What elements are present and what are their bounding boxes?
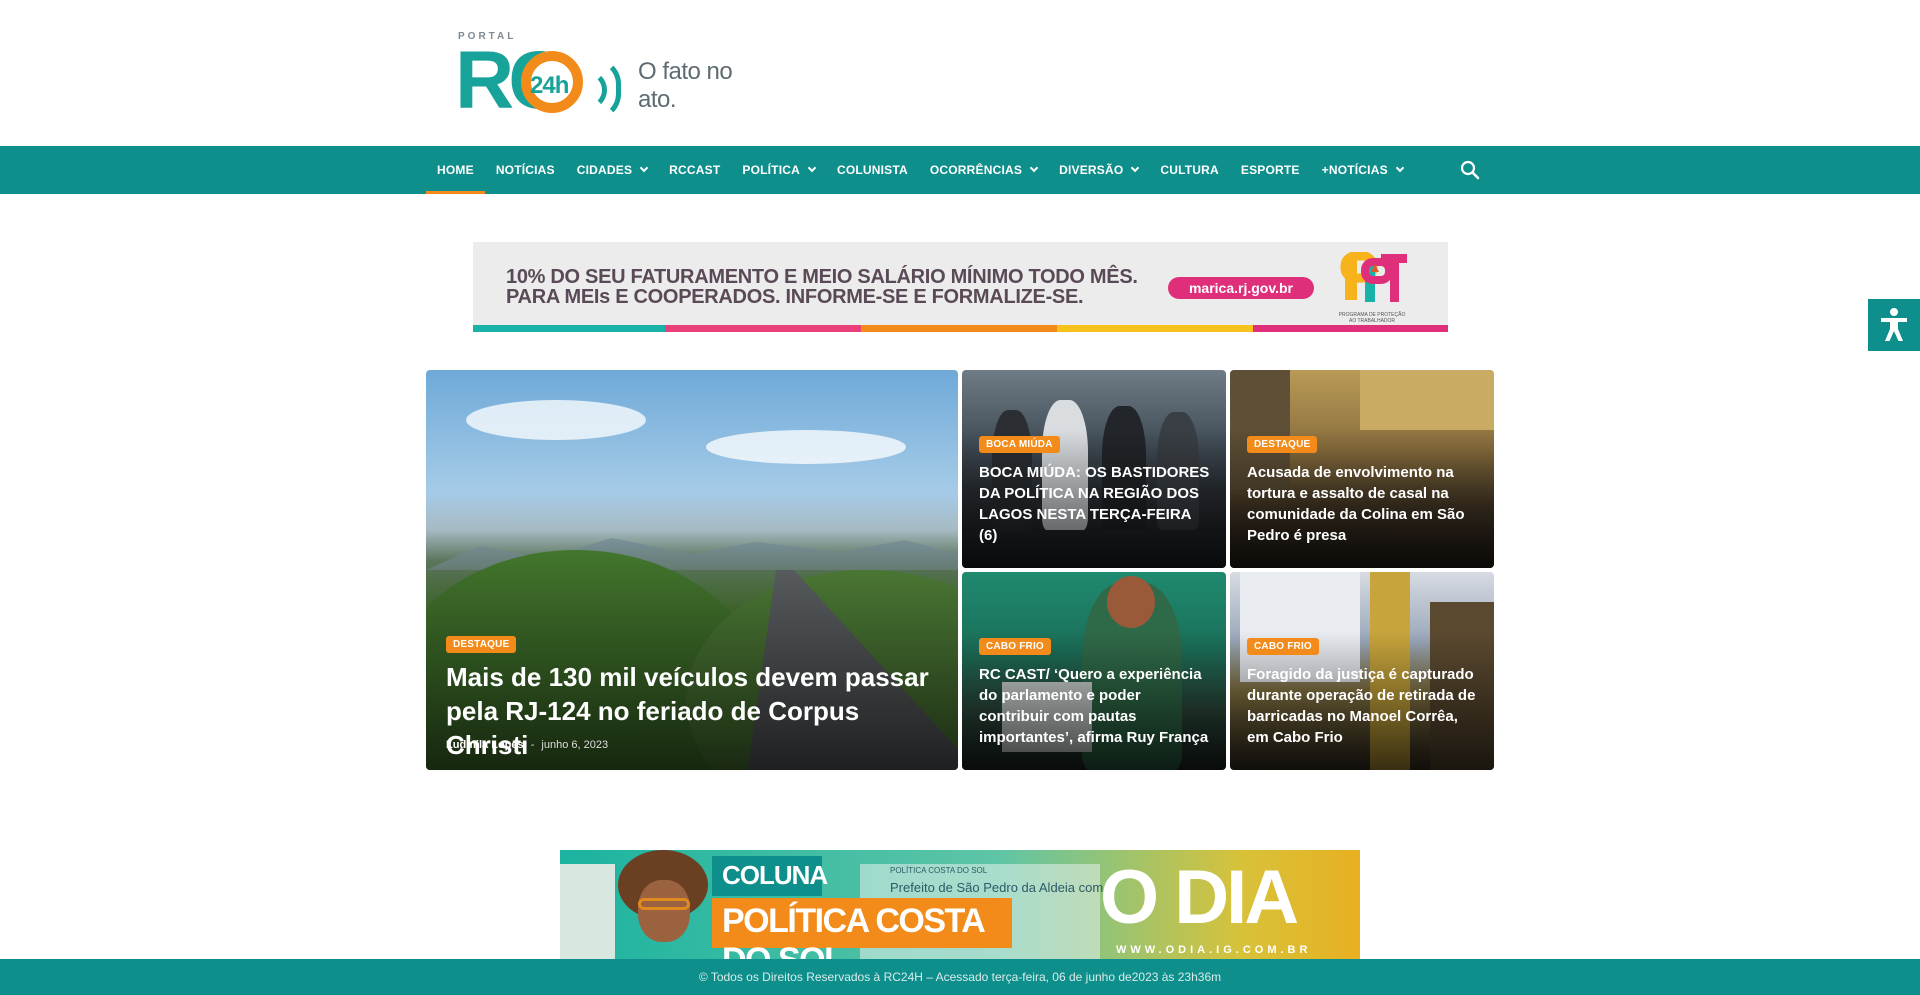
article-card[interactable]: DESTAQUE Acusada de envolvimento na tort… — [1230, 370, 1494, 568]
nav-item-label: RCCAST — [669, 163, 721, 177]
accessibility-button[interactable] — [1868, 299, 1920, 351]
main-nav: HOME NOTÍCIAS CIDADES RCCAST POLÍTICA CO… — [0, 146, 1920, 194]
nav-item-label: CIDADES — [576, 163, 633, 177]
nav-item-label: NOTÍCIAS — [495, 163, 555, 177]
nav-item-diversao[interactable]: DIVERSÃO — [1048, 146, 1149, 194]
site-logo[interactable]: PORTAL RC 24h O fato no ato. — [455, 28, 755, 126]
category-badge[interactable]: CABO FRIO — [979, 638, 1051, 655]
nav-item-esporte[interactable]: ESPORTE — [1230, 146, 1311, 194]
ad-column-title: POLÍTICA COSTA DO SOL — [712, 898, 1012, 960]
featured-article[interactable]: DESTAQUE Mais de 130 mil veículos devem … — [426, 370, 958, 770]
ad-stripe-2 — [665, 325, 861, 332]
article-title[interactable]: Acusada de envolvimento na tortura e ass… — [1247, 462, 1481, 546]
nav-item-noticias[interactable]: NOTÍCIAS — [485, 146, 566, 194]
nav-item-colunista[interactable]: COLUNISTA — [826, 146, 919, 194]
ppt-logo-mark — [1340, 251, 1407, 302]
nav-item-politica[interactable]: POLÍTICA — [731, 146, 826, 194]
category-badge[interactable]: CABO FRIO — [1247, 638, 1319, 655]
columnist-photo — [618, 850, 708, 960]
article-author[interactable]: Ludmila Lopes — [446, 739, 524, 751]
newspaper-shape — [560, 864, 615, 960]
nav-item-rccast[interactable]: RCCAST — [658, 146, 731, 194]
odia-url: WWW.ODIA.IG.COM.BR — [1116, 944, 1312, 956]
nav-item-cidades[interactable]: CIDADES — [566, 146, 658, 194]
nav-item-cultura[interactable]: CULTURA — [1149, 146, 1230, 194]
nav-item-home[interactable]: HOME — [426, 146, 485, 194]
ad-stripe-1 — [473, 325, 665, 332]
cloud-shape — [466, 400, 646, 440]
nav-item-label: CULTURA — [1160, 163, 1219, 177]
chevron-down-icon — [807, 163, 817, 173]
chevron-down-icon — [1131, 163, 1140, 173]
sign-shape — [1360, 370, 1494, 430]
nav-item-label: DIVERSÃO — [1059, 163, 1124, 177]
ad-coluna-label: COLUNA — [712, 856, 828, 896]
nav-item-label: POLÍTICA — [742, 163, 800, 177]
category-badge[interactable]: BOCA MIÚDA — [979, 436, 1060, 453]
category-badge[interactable]: DESTAQUE — [446, 636, 517, 653]
newspaper-section: POLÍTICA COSTA DO SOL — [890, 866, 988, 875]
person-head — [1107, 576, 1155, 628]
search-button[interactable] — [1458, 158, 1482, 182]
nav-item-mais-noticias[interactable]: +NOTÍCIAS — [1311, 146, 1414, 194]
newspaper-headline: Prefeito de São Pedro da Aldeia com c — [890, 880, 1114, 895]
article-card[interactable]: CABO FRIO RC CAST/ ‘Quero a experiência … — [962, 572, 1226, 770]
ad-stripe-3 — [861, 325, 1057, 332]
article-date: junho 6, 2023 — [541, 739, 609, 751]
ad-headline-line2: PARA MEIs E COOPERADOS. INFORME-SE E FOR… — [506, 286, 1084, 308]
article-title[interactable]: Foragido da justiça é capturado durante … — [1247, 664, 1481, 748]
nav-item-ocorrencias[interactable]: OCORRÊNCIAS — [919, 146, 1048, 194]
logo-tagline: O fato no ato. — [638, 58, 733, 113]
nav-item-label: HOME — [437, 163, 474, 177]
top-ad-banner[interactable]: 10% DO SEU FATURAMENTO E MEIO SALÁRIO MÍ… — [473, 242, 1448, 332]
category-badge[interactable]: DESTAQUE — [1247, 436, 1318, 453]
ad-stripe-4 — [1057, 325, 1253, 332]
chevron-down-icon — [1395, 163, 1405, 173]
chevron-down-icon — [1029, 163, 1039, 173]
article-title[interactable]: BOCA MIÚDA: OS BASTIDORES DA POLÍTICA NA… — [979, 462, 1213, 546]
glasses-shape — [638, 898, 690, 910]
nav-menu: HOME NOTÍCIAS CIDADES RCCAST POLÍTICA CO… — [426, 146, 1414, 194]
face-shape — [638, 880, 690, 942]
ppt-logo-caption: PROGRAMA DE PROTEÇÃO AO TRABALHADOR — [1338, 312, 1406, 324]
ppt-logo: PROGRAMA DE PROTEÇÃO AO TRABALHADOR — [1335, 251, 1409, 326]
cloud-shape — [706, 430, 906, 464]
article-card[interactable]: CABO FRIO Foragido da justiça é capturad… — [1230, 572, 1494, 770]
chevron-down-icon — [639, 163, 649, 173]
nav-item-label: +NOTÍCIAS — [1321, 163, 1388, 177]
article-meta: Ludmila Lopes - junho 6, 2023 — [446, 739, 608, 751]
logo-24h-text: 24h — [530, 72, 569, 99]
page: PORTAL RC 24h O fato no ato. HOME NOTÍCI… — [0, 0, 1920, 995]
ad-url-pill: marica.rj.gov.br — [1168, 277, 1314, 299]
search-icon — [1460, 160, 1480, 180]
ad-stripe-5 — [1253, 325, 1448, 332]
site-footer: © Todos os Direitos Reservados à RC24H –… — [0, 959, 1920, 995]
article-title[interactable]: RC CAST/ ‘Quero a experiência do parlame… — [979, 664, 1213, 748]
accessibility-icon — [1881, 308, 1907, 341]
meta-separator: - — [530, 739, 535, 751]
site-header: PORTAL RC 24h O fato no ato. — [0, 0, 1920, 146]
nav-item-label: ESPORTE — [1240, 163, 1300, 177]
odia-logo: O DIA — [1100, 855, 1299, 940]
article-card[interactable]: BOCA MIÚDA BOCA MIÚDA: OS BASTIDORES DA … — [962, 370, 1226, 568]
news-grid: DESTAQUE Mais de 130 mil veículos devem … — [426, 370, 1494, 770]
logo-wave-outer — [595, 58, 621, 120]
copyright-text: © Todos os Direitos Reservados à RC24H –… — [698, 970, 1222, 984]
nav-item-label: COLUNISTA — [836, 163, 908, 177]
bottom-ad-banner[interactable]: POLÍTICA COSTA DO SOL Prefeito de São Pe… — [560, 850, 1360, 960]
nav-item-label: OCORRÊNCIAS — [929, 163, 1023, 177]
